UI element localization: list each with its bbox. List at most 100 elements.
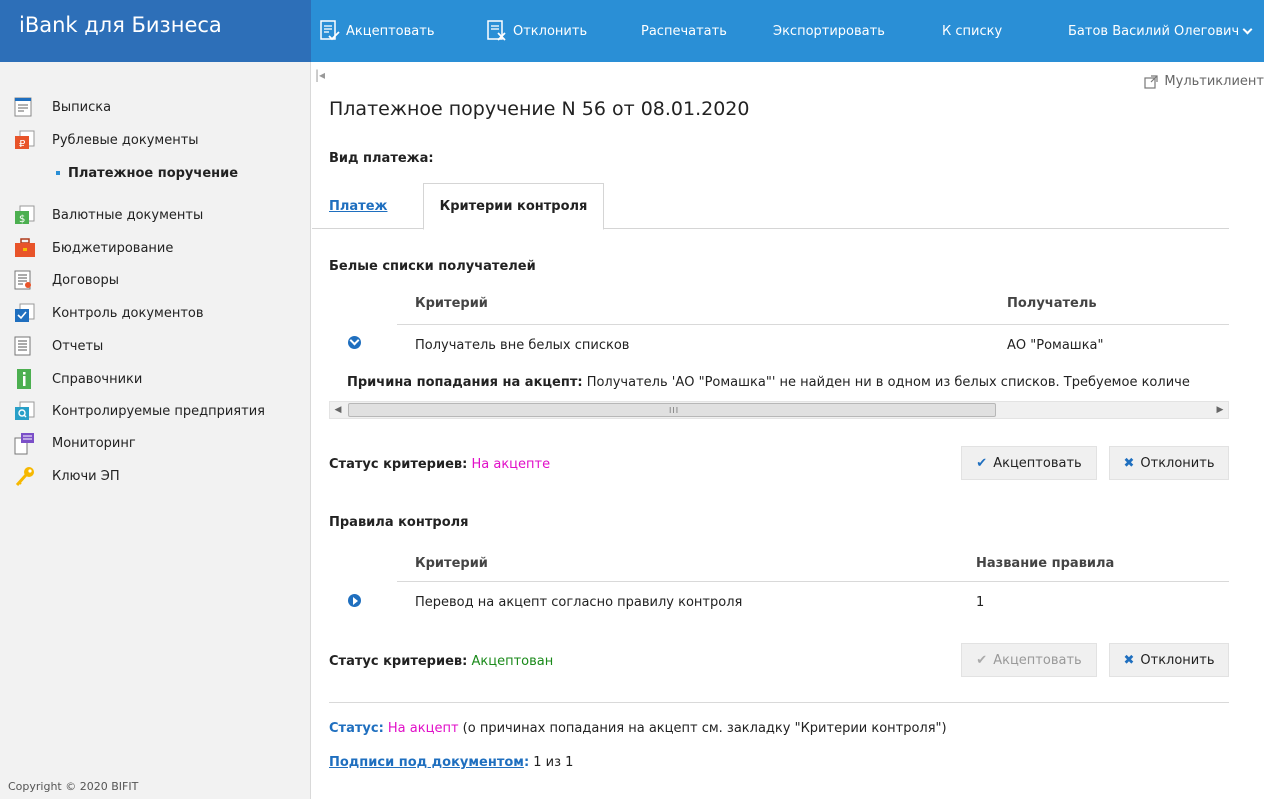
status-value: Акцептован: [471, 654, 554, 669]
document-status-value: На акцепт: [387, 721, 459, 736]
status-value: На акцепте: [471, 457, 551, 472]
reports-icon: [14, 336, 36, 356]
sidebar-item-label: Бюджетирование: [52, 240, 174, 256]
multiclient-button[interactable]: Мультиклиент: [1144, 74, 1264, 89]
whitelist-accept-button[interactable]: ✔ Акцептовать: [961, 446, 1097, 480]
svg-text:₽: ₽: [19, 139, 26, 150]
sidebar-subitem-payment-order[interactable]: Платежное поручение: [56, 163, 238, 183]
top-bar: iBank для Бизнеса Акцептовать Отклонить …: [0, 0, 1264, 62]
statement-icon: [14, 97, 36, 117]
check-icon: ✔: [976, 652, 988, 668]
reason-text: Получатель 'АО "Ромашка"' не найден ни в…: [586, 375, 1190, 390]
signatures-colon: :: [523, 755, 530, 770]
collapse-sidebar-button[interactable]: |◂: [315, 68, 325, 82]
rules-reject-button[interactable]: ✖ Отклонить: [1109, 643, 1229, 677]
tab-control-criteria[interactable]: Критерии контроля: [423, 183, 604, 230]
close-icon: ✖: [1123, 455, 1135, 471]
sidebar-item-label: Договоры: [52, 272, 120, 288]
tabs: Платеж Критерии контроля: [312, 183, 1229, 230]
expand-row-icon[interactable]: [348, 336, 361, 349]
divider: [397, 581, 1229, 582]
column-header-criterion: Критерий: [415, 556, 488, 571]
print-menu-button[interactable]: Распечатать: [641, 0, 727, 62]
sidebar-item-monitoring[interactable]: Мониторинг: [14, 431, 136, 455]
user-menu[interactable]: Батов Василий Олегович: [1068, 0, 1253, 62]
main-content: |◂ Мультиклиент Платежное поручение N 56…: [312, 62, 1264, 799]
expand-row-icon[interactable]: [348, 594, 361, 607]
accept-menu-button[interactable]: Акцептовать: [320, 0, 434, 62]
whitelist-heading: Белые списки получателей: [329, 259, 536, 274]
chevron-down-icon: [1242, 24, 1253, 34]
rules-accept-button[interactable]: ✔ Акцептовать: [961, 643, 1097, 677]
rules-row-criterion: Перевод на акцепт согласно правилу контр…: [415, 595, 743, 610]
button-label: Акцептовать: [993, 652, 1082, 668]
sidebar-item-keys[interactable]: Ключи ЭП: [14, 464, 120, 488]
sidebar-item-label: Контролируемые предприятия: [52, 403, 265, 419]
rules-status: Статус критериев: Акцептован: [329, 654, 553, 669]
sidebar-item-label: Ключи ЭП: [52, 468, 120, 484]
check-icon: ✔: [976, 455, 988, 471]
sidebar-item-label: Валютные документы: [52, 207, 204, 223]
scrollbar-thumb[interactable]: III: [348, 403, 996, 417]
button-label: Отклонить: [1140, 455, 1215, 471]
column-header-criterion: Критерий: [415, 296, 488, 311]
horizontal-scrollbar[interactable]: ◀ III ▶: [329, 401, 1229, 419]
column-header-rule-name: Название правила: [976, 556, 1115, 571]
status-label: Статус критериев:: [329, 457, 468, 472]
page-title: Платежное поручение N 56 от 08.01.2020: [329, 98, 750, 120]
signatures-link[interactable]: Подписи под документом: [329, 755, 524, 770]
monitoring-icon: [14, 433, 36, 455]
key-icon: [14, 466, 36, 487]
whitelist-row-recipient: АО "Ромашка": [1007, 338, 1104, 353]
document-status: Статус: На акцепт (о причинах попадания …: [329, 721, 947, 736]
payment-type-label: Вид платежа:: [329, 151, 434, 166]
contracts-icon: [14, 270, 36, 290]
button-label: Отклонить: [1140, 652, 1215, 668]
sidebar-item-references[interactable]: Справочники: [14, 367, 142, 391]
sidebar-item-currency-docs[interactable]: $ Валютные документы: [14, 203, 203, 227]
whitelist-row-criterion: Получатель вне белых списков: [415, 338, 630, 353]
rules-row-rule-name: 1: [976, 595, 985, 610]
sidebar-item-label: Отчеты: [52, 338, 104, 354]
export-menu-button[interactable]: Экспортировать: [773, 0, 885, 62]
tab-payment[interactable]: Платеж: [329, 183, 387, 229]
currency-docs-icon: $: [14, 205, 36, 225]
sidebar-item-ruble-docs[interactable]: ₽ Рублевые документы: [14, 128, 199, 152]
whitelist-status: Статус критериев: На акцепте: [329, 457, 550, 472]
status-link[interactable]: Статус:: [329, 721, 384, 736]
sidebar-item-controlled-companies[interactable]: Контролируемые предприятия: [14, 399, 265, 423]
column-header-recipient: Получатель: [1007, 296, 1097, 311]
multiclient-label: Мультиклиент: [1164, 74, 1264, 89]
document-status-note: (о причинах попадания на акцепт см. закл…: [462, 721, 947, 736]
reject-menu-button[interactable]: Отклонить: [487, 0, 587, 62]
sidebar-item-statement[interactable]: Выписка: [14, 95, 111, 119]
sidebar-item-label: Платежное поручение: [68, 165, 239, 181]
whitelist-reject-button[interactable]: ✖ Отклонить: [1109, 446, 1229, 480]
scroll-left-icon[interactable]: ◀: [330, 402, 346, 418]
signatures-value: 1 из 1: [533, 755, 574, 770]
doc-control-icon: [14, 303, 36, 323]
brand-logo[interactable]: iBank для Бизнеса: [0, 0, 311, 62]
svg-text:$: $: [19, 214, 25, 225]
divider: [397, 324, 1229, 325]
accept-reason: Причина попадания на акцепт: Получатель …: [347, 375, 1229, 390]
controlled-companies-icon: [14, 401, 36, 421]
sidebar-item-label: Справочники: [52, 371, 143, 387]
sidebar-item-contracts[interactable]: Договоры: [14, 268, 119, 292]
sidebar-item-doc-control[interactable]: Контроль документов: [14, 301, 204, 325]
reject-doc-icon: [487, 20, 506, 41]
external-icon: [1144, 74, 1159, 89]
sidebar-item-reports[interactable]: Отчеты: [14, 334, 103, 358]
accept-doc-icon: [320, 20, 340, 41]
briefcase-icon: [14, 238, 36, 258]
info-icon: [14, 369, 36, 389]
status-label: Статус критериев:: [329, 654, 468, 669]
divider: [329, 702, 1229, 703]
sidebar-item-budgeting[interactable]: Бюджетирование: [14, 236, 173, 260]
button-label: Акцептовать: [993, 455, 1082, 471]
sidebar-item-label: Рублевые документы: [52, 132, 199, 148]
to-list-menu-button[interactable]: К списку: [942, 0, 1002, 62]
scroll-right-icon[interactable]: ▶: [1212, 402, 1228, 418]
document-signatures: Подписи под документом: 1 из 1: [329, 755, 573, 770]
bullet-icon: [56, 171, 60, 175]
